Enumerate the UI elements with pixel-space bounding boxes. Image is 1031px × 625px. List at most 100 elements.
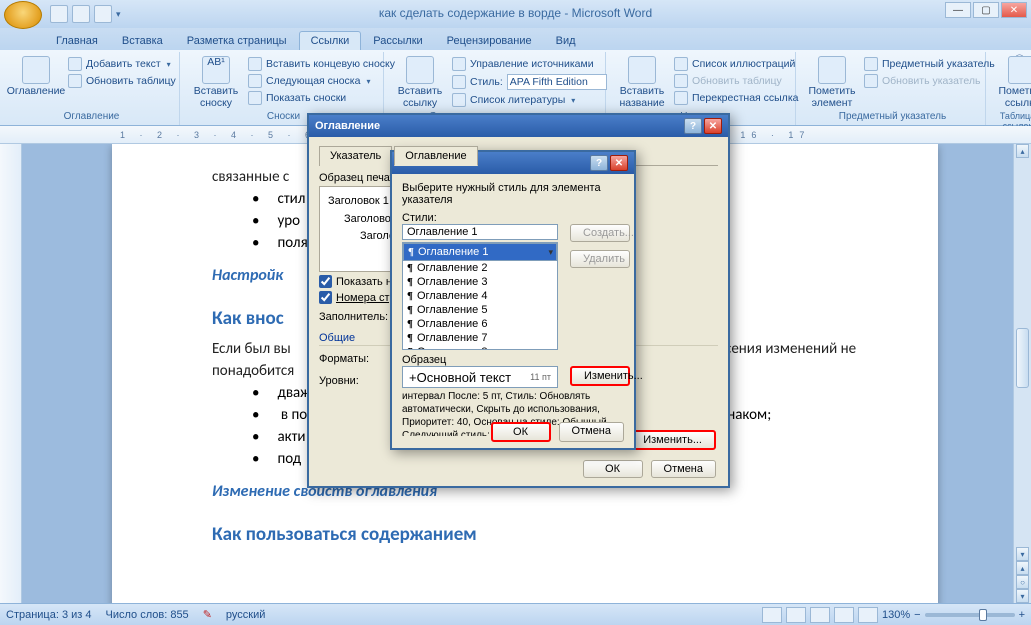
dialog-help-button[interactable]: ? (684, 118, 702, 134)
window-title: как сделать содержание в ворде - Microso… (379, 6, 652, 20)
list-icon (674, 57, 688, 71)
maximize-button[interactable]: ▢ (973, 2, 999, 18)
tab-layout[interactable]: Разметка страницы (175, 31, 299, 50)
modify-button[interactable]: Изменить... (629, 430, 716, 450)
ok-button[interactable]: ОК (583, 460, 643, 478)
view-outline-button[interactable] (834, 607, 854, 623)
index-icon (864, 57, 878, 71)
style-listbox[interactable]: ¶ Оглавление 1¶ Оглавление 2¶ Оглавление… (402, 242, 558, 350)
style-list-item[interactable]: ¶ Оглавление 7 (403, 331, 557, 345)
office-button[interactable] (4, 1, 42, 29)
prev-page-button[interactable]: ▴ (1016, 561, 1029, 575)
add-text-button[interactable]: Добавить текст (66, 56, 178, 72)
figures-list-button[interactable]: Список иллюстраций (672, 56, 800, 72)
cancel-button[interactable]: Отмена (651, 460, 716, 478)
show-page-numbers-checkbox[interactable] (319, 275, 332, 288)
sample-preview: +Основной текст11 пт (402, 366, 558, 388)
manage-sources-button[interactable]: Управление источниками (450, 56, 609, 72)
doc-heading: Как пользоваться содержанием (212, 523, 858, 546)
qat-undo-icon[interactable] (72, 5, 90, 23)
footnote-icon: AB¹ (202, 56, 230, 84)
minimize-button[interactable]: — (945, 2, 971, 18)
close-button[interactable]: ✕ (1001, 2, 1027, 18)
view-fullscreen-button[interactable] (786, 607, 806, 623)
dialog-tab-toc[interactable]: Оглавление (394, 146, 477, 166)
insert-footnote-button[interactable]: AB¹ Вставить сноску (190, 54, 242, 111)
levels-label: Уровни: (319, 375, 391, 387)
bibliography-button[interactable]: Список литературы (450, 92, 609, 108)
next-footnote-button[interactable]: Следующая сноска (246, 73, 397, 89)
zoom-out-button[interactable]: − (914, 609, 920, 621)
browse-object-button[interactable]: ○ (1016, 575, 1029, 589)
dialog-title: Оглавление (315, 120, 380, 132)
status-language[interactable]: русский (226, 609, 265, 621)
delete-style-button[interactable]: Удалить (570, 250, 630, 268)
tab-references[interactable]: Ссылки (299, 31, 362, 50)
style-list-item[interactable]: ¶ Оглавление 8 (403, 345, 557, 350)
style-list-item[interactable]: ¶ Оглавление 6 (403, 317, 557, 331)
formats-label: Форматы: (319, 353, 391, 365)
zoom-slider[interactable] (925, 613, 1015, 617)
dialog-help-button[interactable]: ? (590, 155, 608, 171)
style-list-item[interactable]: ¶ Оглавление 1 (403, 243, 557, 261)
tab-insert[interactable]: Вставка (110, 31, 175, 50)
status-proofing-icon[interactable]: ✎ (203, 608, 212, 621)
tab-view[interactable]: Вид (544, 31, 588, 50)
current-style-field[interactable]: Оглавление 1 (402, 224, 558, 240)
update-index-button[interactable]: Обновить указатель (862, 73, 997, 89)
vertical-ruler[interactable] (0, 144, 22, 603)
view-web-button[interactable] (810, 607, 830, 623)
biblio-icon (452, 93, 466, 107)
insert-caption-button[interactable]: Вставить название (616, 54, 668, 111)
next-icon (248, 74, 262, 88)
scroll-down-button[interactable]: ▾ (1016, 547, 1029, 561)
ok-button[interactable]: ОК (491, 422, 551, 442)
citation-style-combo[interactable]: Стиль: APA Fifth Edition (450, 73, 609, 91)
style-dialog: Стиль ? ✕ Выберите нужный стиль для элем… (390, 150, 636, 450)
sources-icon (452, 57, 466, 71)
status-page[interactable]: Страница: 3 из 4 (6, 609, 92, 621)
modify-style-button[interactable]: Изменить... (570, 366, 630, 386)
view-draft-button[interactable] (858, 607, 878, 623)
dialog-close-button[interactable]: ✕ (704, 118, 722, 134)
cancel-button[interactable]: Отмена (559, 422, 624, 442)
style-list-item[interactable]: ¶ Оглавление 3 (403, 275, 557, 289)
style-list-item[interactable]: ¶ Оглавление 5 (403, 303, 557, 317)
instruction-text: Выберите нужный стиль для элемента указа… (402, 182, 624, 206)
qat-save-icon[interactable] (50, 5, 68, 23)
style-list-item[interactable]: ¶ Оглавление 4 (403, 289, 557, 303)
show-icon (248, 91, 262, 105)
scroll-up-button[interactable]: ▴ (1016, 144, 1029, 158)
cross-ref-button[interactable]: Перекрестная ссылка (672, 90, 800, 106)
tab-mailings[interactable]: Рассылки (361, 31, 434, 50)
view-print-layout-button[interactable] (762, 607, 782, 623)
dialog-close-button[interactable]: ✕ (610, 155, 628, 171)
next-page-button[interactable]: ▾ (1016, 589, 1029, 603)
sample-label: Образец (402, 354, 624, 366)
citation-icon (406, 56, 434, 84)
create-style-button[interactable]: Создать... (570, 224, 630, 242)
caption-icon (628, 56, 656, 84)
insert-index-button[interactable]: Предметный указатель (862, 56, 997, 72)
mark-entry-button[interactable]: Пометить элемент (806, 54, 858, 111)
update-figures-button[interactable]: Обновить таблицу (672, 73, 800, 89)
zoom-in-button[interactable]: + (1019, 609, 1025, 621)
vertical-scrollbar[interactable]: ▴ ▾ ▴ ○ ▾ (1013, 144, 1031, 603)
tab-review[interactable]: Рецензирование (435, 31, 544, 50)
tab-home[interactable]: Главная (44, 31, 110, 50)
zoom-level[interactable]: 130% (882, 609, 910, 621)
style-list-item[interactable]: ¶ Оглавление 2 (403, 261, 557, 275)
styles-label: Стили: (402, 212, 624, 224)
toc-button[interactable]: Оглавление (10, 54, 62, 100)
right-align-numbers-checkbox[interactable] (319, 291, 332, 304)
update-table-button[interactable]: Обновить таблицу (66, 73, 178, 89)
status-wordcount[interactable]: Число слов: 855 (106, 609, 189, 621)
style-icon (452, 75, 466, 89)
mark-citation-button[interactable]: Пометить ссылку (996, 54, 1031, 111)
show-footnotes-button[interactable]: Показать сноски (246, 90, 397, 106)
scroll-thumb[interactable] (1016, 328, 1029, 388)
qat-redo-icon[interactable] (94, 5, 112, 23)
insert-citation-button[interactable]: Вставить ссылку (394, 54, 446, 111)
insert-endnote-button[interactable]: Вставить концевую сноску (246, 56, 397, 72)
dialog-tab-index[interactable]: Указатель (319, 146, 392, 166)
